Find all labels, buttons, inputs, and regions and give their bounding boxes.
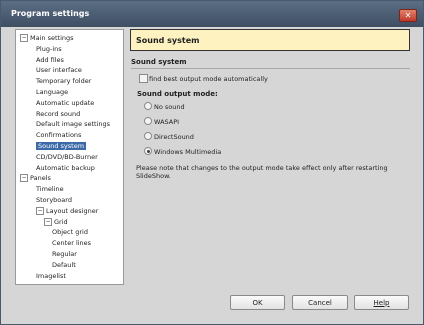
tree-item-label: Language <box>36 88 69 96</box>
help-button[interactable]: Help <box>354 295 409 310</box>
tree-item-label: Automatic update <box>36 98 95 107</box>
tree-item-label: Add files <box>36 55 64 64</box>
settings-panel: Sound system Sound system find best outp… <box>130 29 410 285</box>
tree-item-label: Layout designer <box>46 206 99 215</box>
radio-no-sound-label[interactable]: No sound <box>154 103 185 111</box>
tree-item-label: Confirmations <box>36 131 82 140</box>
tree-item-cd-dvd-bd-burner[interactable]: CD/DVD/BD-Burner <box>36 152 98 163</box>
ok-button[interactable]: OK <box>230 295 285 310</box>
tree-item-center-lines[interactable]: Center lines <box>52 238 91 249</box>
collapse-icon[interactable]: − <box>20 174 28 183</box>
tree-item-label: Storyboard <box>36 196 72 204</box>
tree-item-label: User interface <box>36 66 82 75</box>
tree-item-confirmations[interactable]: Confirmations <box>36 130 81 141</box>
auto-output-checkbox-label[interactable]: find best output mode automatically <box>149 75 268 83</box>
tree-item-plug-ins[interactable]: Plug-ins <box>36 44 62 55</box>
radio-wasapi[interactable] <box>144 117 152 125</box>
radio-windows-multimedia-label[interactable]: Windows Multimedia <box>154 148 221 156</box>
tree-item-label: Temporary folder <box>36 77 92 86</box>
tree-item-label: Default image settings <box>36 120 111 129</box>
close-icon: ✕ <box>404 10 412 20</box>
help-button-label: Help <box>373 298 390 307</box>
tree-item-default-image-settings[interactable]: Default image settings <box>36 119 110 130</box>
ok-button-label: OK <box>252 298 263 307</box>
panel-header: Sound system <box>130 29 410 51</box>
restart-note: Please note that changes to the output m… <box>136 164 388 180</box>
radio-wasapi-label[interactable]: WASAPI <box>154 118 179 126</box>
tree-item-sound-system[interactable]: Sound system <box>36 141 87 152</box>
settings-tree: − Main settings Plug-ins Add files User inte… <box>15 29 124 285</box>
tree-item-layout-designer[interactable]: − Layout designer <box>36 206 98 217</box>
tree-item-temporary-folder[interactable]: Temporary folder <box>36 76 91 87</box>
collapse-icon[interactable]: − <box>44 217 52 226</box>
collapse-icon[interactable]: − <box>20 34 28 42</box>
tree-item-grid[interactable]: − Grid <box>44 217 68 228</box>
tree-item-storyboard[interactable]: Storyboard <box>36 195 72 206</box>
tree-item-main-settings[interactable]: − Main settings <box>20 33 74 44</box>
tree-item-label: Panels <box>30 174 51 183</box>
settings-window: Program settings ✕ − Main settings Plug-in… <box>0 0 424 325</box>
tree-item-label: Grid <box>54 217 68 226</box>
window-title: Program settings <box>11 9 90 18</box>
tree-item-language[interactable]: Language <box>36 87 68 98</box>
tree-item-label: Sound system <box>36 142 87 150</box>
tree-item-label: Plug-ins <box>36 44 62 53</box>
tree-item-automatic-update[interactable]: Automatic update <box>36 98 94 109</box>
tree-item-panels[interactable]: − Panels <box>20 173 51 184</box>
radio-no-sound[interactable] <box>144 102 152 110</box>
close-button[interactable]: ✕ <box>399 9 417 22</box>
output-mode-group-title: Sound output mode: <box>137 90 218 98</box>
cancel-button[interactable]: Cancel <box>292 295 348 310</box>
panel-header-title: Sound system <box>136 36 200 45</box>
tree-item-user-interface[interactable]: User interface <box>36 65 82 76</box>
tree-item-label: Record sound <box>36 109 81 118</box>
tree-item-record-sound[interactable]: Record sound <box>36 109 80 120</box>
auto-output-checkbox[interactable] <box>139 74 148 83</box>
radio-windows-multimedia[interactable] <box>144 147 152 155</box>
tree-item-label: Automatic backup <box>36 163 95 172</box>
tree-item-label: Default <box>52 260 76 269</box>
radio-directsound-label[interactable]: DirectSound <box>154 133 194 141</box>
tree-item-add-files[interactable]: Add files <box>36 55 64 66</box>
tree-item-imagelist[interactable]: Imagelist <box>36 271 66 282</box>
tree-item-label: Regular <box>52 250 77 258</box>
tree-item-label: Object grid <box>52 228 88 237</box>
section-title: Sound system <box>131 58 187 66</box>
collapse-icon[interactable]: − <box>36 206 44 215</box>
tree-item-label: Center lines <box>52 239 92 248</box>
section-divider <box>131 68 410 69</box>
title-bar: Program settings ✕ <box>1 1 423 27</box>
cancel-button-label: Cancel <box>308 298 332 307</box>
tree-item-label: Timeline <box>36 185 64 194</box>
tree-item-default[interactable]: Default <box>52 260 76 271</box>
tree-item-automatic-backup[interactable]: Automatic backup <box>36 163 95 174</box>
radio-directsound[interactable] <box>144 132 152 140</box>
tree-item-timeline[interactable]: Timeline <box>36 184 64 195</box>
tree-item-regular[interactable]: Regular <box>52 249 77 260</box>
tree-item-object-grid[interactable]: Object grid <box>52 227 88 238</box>
tree-item-label: Imagelist <box>36 271 66 280</box>
tree-item-label: CD/DVD/BD-Burner <box>36 152 98 161</box>
tree-item-label: Main settings <box>30 34 74 42</box>
